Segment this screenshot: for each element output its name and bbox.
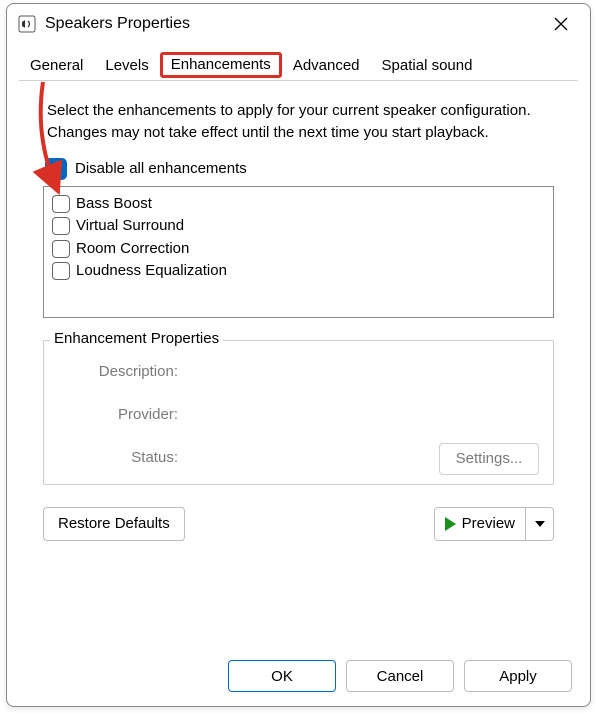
titlebar: Speakers Properties (7, 4, 590, 44)
ok-button[interactable]: OK (228, 660, 336, 692)
close-button[interactable] (538, 7, 584, 41)
pane-description: Select the enhancements to apply for you… (47, 100, 550, 144)
enhancement-label: Loudness Equalization (76, 260, 227, 283)
bass-boost-checkbox[interactable] (52, 195, 70, 213)
disable-all-checkbox[interactable] (45, 158, 67, 180)
enhancement-properties-group: Enhancement Properties Description: Prov… (43, 340, 554, 485)
tab-advanced[interactable]: Advanced (282, 53, 371, 78)
enhancement-label: Bass Boost (76, 193, 152, 216)
preview-dropdown-button[interactable] (526, 507, 554, 541)
preview-label: Preview (462, 515, 515, 532)
virtual-surround-checkbox[interactable] (52, 217, 70, 235)
speaker-icon (17, 14, 37, 34)
cancel-button[interactable]: Cancel (346, 660, 454, 692)
list-item[interactable]: Virtual Surround (52, 215, 545, 238)
tab-general[interactable]: General (19, 53, 94, 78)
list-item[interactable]: Room Correction (52, 238, 545, 261)
window-title: Speakers Properties (45, 15, 538, 33)
tab-spatial[interactable]: Spatial sound (371, 53, 484, 78)
play-icon (445, 517, 456, 531)
loudness-eq-checkbox[interactable] (52, 262, 70, 280)
pane-bottom-row: Restore Defaults Preview (43, 507, 554, 541)
preview-button[interactable]: Preview (434, 507, 526, 541)
enhancement-label: Virtual Surround (76, 215, 184, 238)
disable-all-label: Disable all enhancements (75, 160, 247, 177)
properties-window: Speakers Properties General Levels Enhan… (6, 3, 591, 707)
dialog-button-row: OK Cancel Apply (7, 646, 590, 706)
disable-all-row[interactable]: Disable all enhancements (45, 158, 558, 180)
list-item[interactable]: Loudness Equalization (52, 260, 545, 283)
status-label: Status: (58, 449, 178, 466)
close-icon (554, 17, 568, 31)
restore-defaults-button[interactable]: Restore Defaults (43, 507, 185, 541)
tab-separator (19, 80, 578, 81)
list-item[interactable]: Bass Boost (52, 193, 545, 216)
enhancements-list: Bass Boost Virtual Surround Room Correct… (43, 186, 554, 318)
enhancements-pane: Select the enhancements to apply for you… (39, 92, 558, 632)
preview-split-button: Preview (434, 507, 554, 541)
group-title: Enhancement Properties (50, 330, 223, 347)
provider-label: Provider: (58, 406, 178, 423)
apply-button[interactable]: Apply (464, 660, 572, 692)
chevron-down-icon (535, 521, 545, 527)
settings-button[interactable]: Settings... (439, 443, 539, 475)
tab-enhancements[interactable]: Enhancements (160, 52, 282, 78)
description-label: Description: (58, 363, 178, 380)
tab-strip: General Levels Enhancements Advanced Spa… (19, 48, 578, 78)
tab-levels[interactable]: Levels (94, 53, 159, 78)
room-correction-checkbox[interactable] (52, 240, 70, 258)
check-icon (49, 162, 63, 176)
enhancement-label: Room Correction (76, 238, 189, 261)
